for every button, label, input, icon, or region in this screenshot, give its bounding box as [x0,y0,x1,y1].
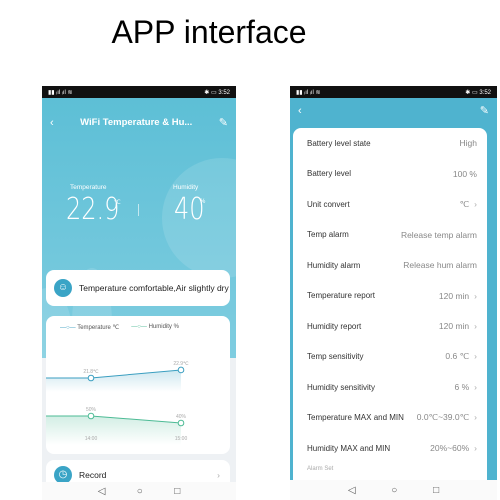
row-value: 0.0℃~39.0℃ › [416,412,477,423]
main-screen: ▮▮ ᵢıl ᵢıl ≋ ✱ ▭ 3:52 ‹ WiFi Temperature &… [42,86,236,500]
system-nav: ◁ ○ □ [290,480,497,500]
row-label: Humidity report [307,321,362,331]
settings-row: Battery level 100 % [293,159,487,190]
edit-icon[interactable]: ✎ [480,104,489,117]
page-title: APP interface [111,14,307,50]
chevron-right-icon: › [474,351,477,362]
chevron-right-icon: › [474,290,477,301]
line-chart: 21.8℃ 22.9℃ 50% 40% 14:00 15:00 [46,361,189,445]
record-label: Record [79,470,107,480]
settings-row[interactable]: Humidity report 120 min › [293,311,487,342]
settings-list: Battery level state High Battery level 100 … [293,128,487,488]
x-tick-label: 15:00 [175,436,188,442]
status-bar: ▮▮ ᵢıl ᵢıl ≋ ✱ ▭ 3:52 [290,86,497,98]
header-title: WiFi Temperature & Hu... [80,117,193,128]
row-value: ℃ › [459,198,477,209]
nav-home-icon[interactable]: ○ [391,485,397,496]
section-header: Alarm Set [307,465,334,472]
face-icon: ☺ [54,279,72,297]
temperature-unit: ℃ [114,200,121,206]
edit-icon[interactable]: ✎ [219,116,228,129]
humidity-label: Humidity [173,184,199,191]
row-value: 0.6 ℃ › [445,351,477,362]
chevron-right-icon: › [474,382,477,393]
nav-recents-icon[interactable]: □ [433,485,439,496]
status-bar: ▮▮ ᵢıl ᵢıl ≋ ✱ ▭ 3:52 [42,86,236,98]
data-point [177,419,185,427]
divider [138,204,139,216]
data-label: 22.9℃ [173,361,189,367]
status-time: 3:52 [479,89,491,96]
nav-back-icon[interactable]: ◁ [98,486,106,497]
back-icon[interactable]: ‹ [50,117,54,129]
row-label: Temperature report [307,291,376,301]
row-value: 100 % [452,168,477,179]
row-value: 20%~60% › [430,443,477,454]
row-label: Battery level [307,169,352,179]
row-label: Humidity sensitivity [307,382,376,392]
data-label: 50% [86,407,97,413]
row-value: 120 min › [438,290,477,301]
row-label: Unit convert [307,199,350,209]
chevron-right-icon: › [474,443,477,454]
series-area [46,416,181,445]
nav-recents-icon[interactable]: □ [174,486,180,497]
back-icon[interactable]: ‹ [298,105,302,117]
data-label: 21.8℃ [83,369,99,375]
series-area [46,369,181,392]
row-label: Temp alarm [307,230,349,240]
row-value: 6 % › [454,382,478,393]
data-point [177,366,185,374]
settings-row: Humidity alarm Release hum alarm [293,250,487,281]
temperature-label: Temperature [70,184,107,191]
chevron-right-icon: › [474,412,477,423]
nav-home-icon[interactable]: ○ [137,486,143,497]
settings-row[interactable]: Humidity sensitivity 6 % › [293,372,487,403]
nav-back-icon[interactable]: ◁ [348,485,356,496]
settings-row: Temp alarm Release temp alarm [293,220,487,251]
settings-screen: ▮▮ ᵢıl ᵢıl ≋ ✱ ▭ 3:52 ‹ ✎ Battery level st… [290,86,497,500]
row-label: Temp sensitivity [307,352,364,362]
humidity-value: 40 [174,192,205,227]
row-value: 120 min › [438,321,477,332]
chart-card: —○— Temperature ℃ —○— Humidity % 21.8℃ 22… [46,316,230,454]
settings-row[interactable]: Temperature MAX and MIN 0.0℃~39.0℃ › [293,403,487,434]
settings-row[interactable]: Temperature report 120 min › [293,281,487,312]
system-nav: ◁ ○ □ [42,482,236,500]
data-point [87,374,95,382]
data-label: 40% [176,414,187,420]
row-value: High [459,138,477,149]
settings-row[interactable]: Temp sensitivity 0.6 ℃ › [293,342,487,373]
settings-row[interactable]: Unit convert ℃ › [293,189,487,220]
temperature-value: 22.9 [66,192,120,227]
settings-row: Battery level state High [293,128,487,159]
chevron-right-icon: › [217,470,220,480]
chevron-right-icon: › [474,198,477,209]
x-tick-label: 14:00 [85,436,98,442]
chevron-right-icon: › [474,321,477,332]
humidity-unit: % [200,199,206,205]
status-time: 3:52 [218,89,230,96]
row-label: Battery level state [307,138,371,148]
comfort-text: Temperature comfortable,Air slightly dry [79,283,229,293]
row-value: Release hum alarm [403,260,477,271]
row-label: Temperature MAX and MIN [307,413,404,423]
row-label: Humidity alarm [307,260,361,270]
comfort-card: ☺ Temperature comfortable,Air slightly dr… [46,270,230,306]
row-value: Release temp alarm [400,229,477,240]
data-point [87,412,95,420]
settings-row[interactable]: Humidity MAX and MIN 20%~60% › [293,433,487,464]
row-label: Humidity MAX and MIN [307,443,391,453]
